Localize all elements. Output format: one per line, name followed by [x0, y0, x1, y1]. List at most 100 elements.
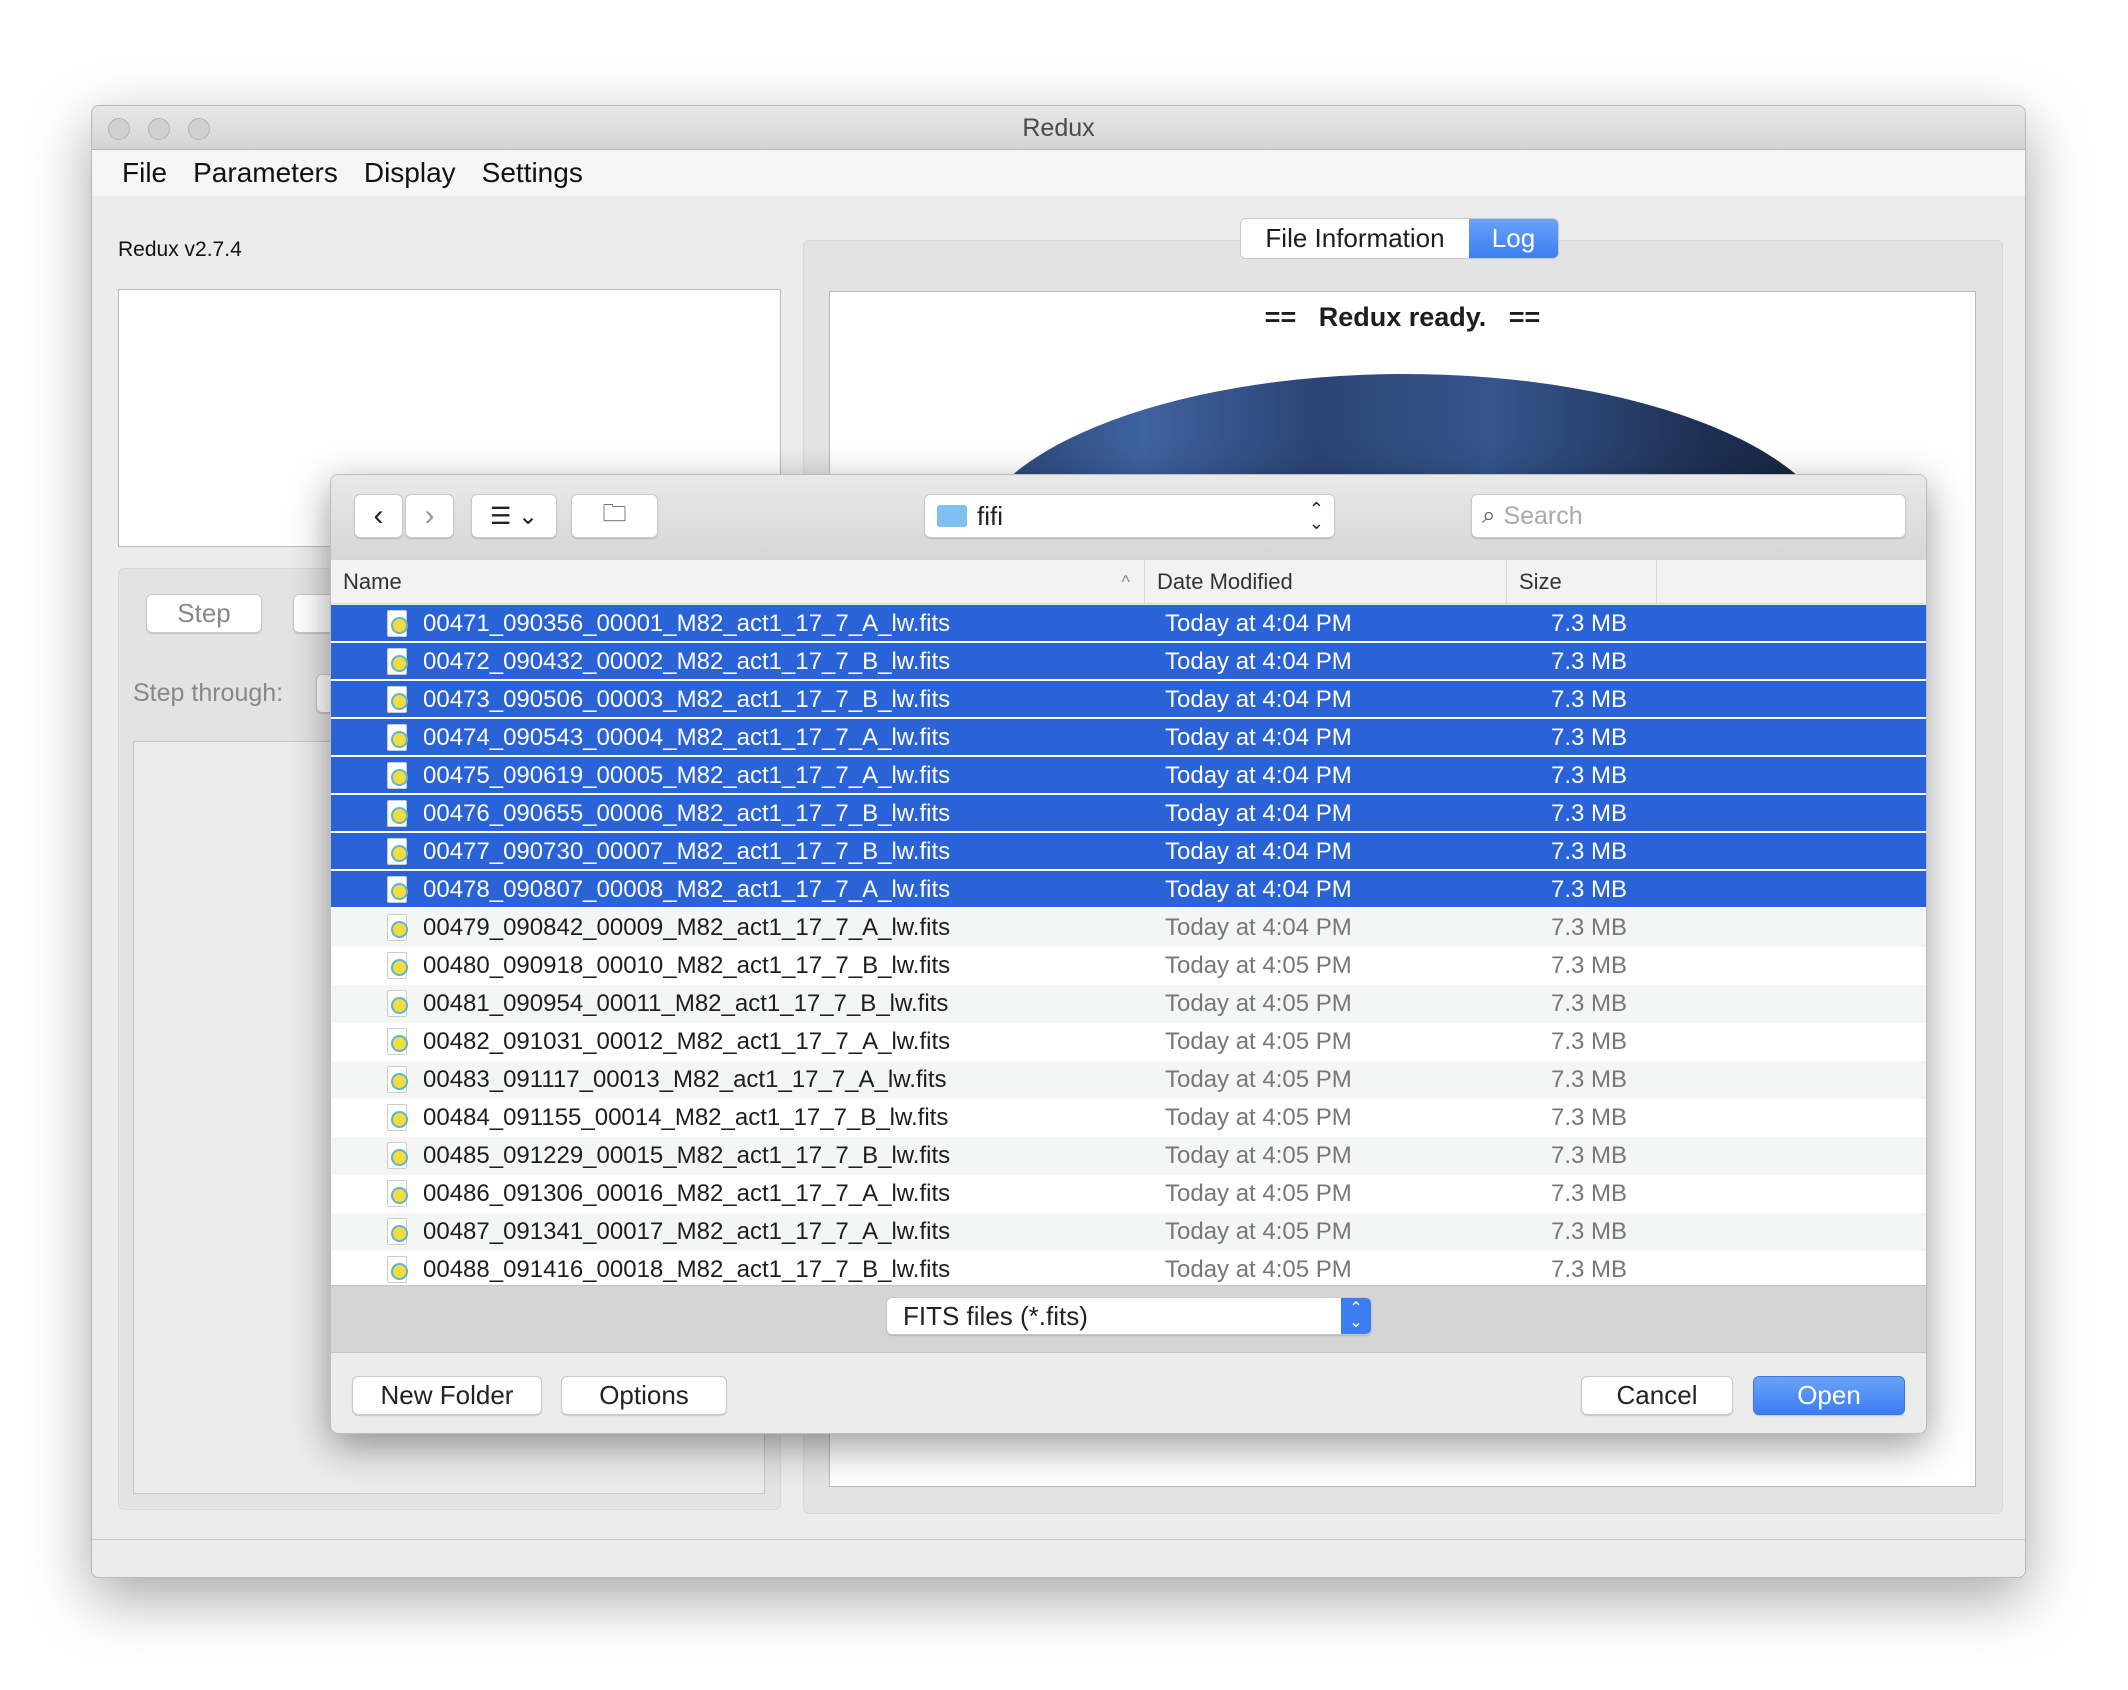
- file-date: Today at 4:05 PM: [1165, 1256, 1352, 1283]
- up-down-chevron-icon: ⌃ ⌄: [1308, 499, 1324, 533]
- title-bar: Redux: [92, 106, 2025, 150]
- file-row[interactable]: 00485_091229_00015_M82_act1_17_7_B_lw.fi…: [331, 1137, 1926, 1175]
- file-name: 00473_090506_00003_M82_act1_17_7_B_lw.fi…: [423, 686, 951, 713]
- fits-file-icon: [387, 724, 408, 751]
- file-date: Today at 4:05 PM: [1165, 990, 1352, 1017]
- file-list[interactable]: 00471_090356_00001_M82_act1_17_7_A_lw.fi…: [331, 605, 1926, 1285]
- file-row[interactable]: 00475_090619_00005_M82_act1_17_7_A_lw.fi…: [331, 757, 1926, 795]
- version-label: Redux v2.7.4: [118, 238, 242, 261]
- file-date: Today at 4:04 PM: [1165, 800, 1352, 827]
- location-label: fifi: [977, 500, 1003, 531]
- file-date: Today at 4:04 PM: [1165, 838, 1352, 865]
- file-size: 7.3 MB: [1551, 1180, 1628, 1207]
- file-size: 7.3 MB: [1551, 1104, 1628, 1131]
- file-row[interactable]: 00480_090918_00010_M82_act1_17_7_B_lw.fi…: [331, 947, 1926, 985]
- column-name-label: Name: [343, 569, 402, 594]
- file-size: 7.3 MB: [1551, 1218, 1628, 1245]
- close-window-button[interactable]: [108, 118, 130, 140]
- file-row[interactable]: 00476_090655_00006_M82_act1_17_7_B_lw.fi…: [331, 795, 1926, 833]
- file-size: 7.3 MB: [1551, 648, 1628, 675]
- new-folder-icon: 🗀: [602, 499, 627, 527]
- fits-file-icon: [387, 1142, 408, 1169]
- fits-file-icon: [387, 1180, 408, 1207]
- cancel-button[interactable]: Cancel: [1581, 1376, 1733, 1415]
- fits-file-icon: [387, 1028, 408, 1055]
- new-folder-button[interactable]: New Folder: [352, 1376, 542, 1415]
- file-row[interactable]: 00471_090356_00001_M82_act1_17_7_A_lw.fi…: [331, 605, 1926, 643]
- file-name: 00471_090356_00001_M82_act1_17_7_A_lw.fi…: [423, 610, 951, 637]
- location-popup[interactable]: fifi ⌃ ⌄: [924, 494, 1335, 538]
- search-field[interactable]: ⌕ Search: [1471, 494, 1906, 538]
- file-size: 7.3 MB: [1551, 724, 1628, 751]
- new-folder-toolbar-button[interactable]: 🗀: [571, 494, 658, 538]
- file-name: 00487_091341_00017_M82_act1_17_7_A_lw.fi…: [423, 1218, 951, 1245]
- file-name: 00475_090619_00005_M82_act1_17_7_A_lw.fi…: [423, 762, 951, 789]
- menu-settings[interactable]: Settings: [482, 157, 583, 189]
- menu-parameters[interactable]: Parameters: [193, 157, 338, 189]
- fits-file-icon: [387, 1256, 408, 1283]
- file-name: 00479_090842_00009_M82_act1_17_7_A_lw.fi…: [423, 914, 951, 941]
- file-name: 00484_091155_00014_M82_act1_17_7_B_lw.fi…: [423, 1104, 949, 1131]
- view-mode-button[interactable]: ☰ ⌄: [471, 494, 557, 538]
- file-row[interactable]: 00473_090506_00003_M82_act1_17_7_B_lw.fi…: [331, 681, 1926, 719]
- file-name: 00478_090807_00008_M82_act1_17_7_A_lw.fi…: [423, 876, 951, 903]
- options-button[interactable]: Options: [561, 1376, 727, 1415]
- file-date: Today at 4:05 PM: [1165, 1218, 1352, 1245]
- file-size: 7.3 MB: [1551, 800, 1628, 827]
- file-date: Today at 4:05 PM: [1165, 1180, 1352, 1207]
- file-date: Today at 4:04 PM: [1165, 648, 1352, 675]
- back-button[interactable]: ‹: [354, 494, 403, 538]
- file-row[interactable]: 00484_091155_00014_M82_act1_17_7_B_lw.fi…: [331, 1099, 1926, 1137]
- column-size[interactable]: Size: [1507, 560, 1657, 604]
- file-row[interactable]: 00481_090954_00011_M82_act1_17_7_B_lw.fi…: [331, 985, 1926, 1023]
- open-button[interactable]: Open: [1753, 1376, 1905, 1415]
- file-row[interactable]: 00488_091416_00018_M82_act1_17_7_B_lw.fi…: [331, 1251, 1926, 1285]
- fits-file-icon: [387, 1218, 408, 1245]
- file-date: Today at 4:05 PM: [1165, 1104, 1352, 1131]
- column-date-modified[interactable]: Date Modified: [1145, 560, 1507, 604]
- file-date: Today at 4:04 PM: [1165, 724, 1352, 751]
- fits-file-icon: [387, 762, 408, 789]
- tab-file-information[interactable]: File Information: [1241, 219, 1469, 258]
- file-size: 7.3 MB: [1551, 1142, 1628, 1169]
- file-row[interactable]: 00482_091031_00012_M82_act1_17_7_A_lw.fi…: [331, 1023, 1926, 1061]
- file-name: 00481_090954_00011_M82_act1_17_7_B_lw.fi…: [423, 990, 949, 1017]
- step-through-label: Step through:: [133, 679, 284, 707]
- fits-file-icon: [387, 1066, 408, 1093]
- column-name[interactable]: Name ^: [331, 560, 1145, 604]
- search-icon: ⌕: [1482, 502, 1496, 529]
- search-placeholder: Search: [1503, 501, 1583, 530]
- file-type-label: FITS files (*.fits): [903, 1300, 1088, 1331]
- file-row[interactable]: 00474_090543_00004_M82_act1_17_7_A_lw.fi…: [331, 719, 1926, 757]
- file-date: Today at 4:04 PM: [1165, 876, 1352, 903]
- file-name: 00476_090655_00006_M82_act1_17_7_B_lw.fi…: [423, 800, 951, 827]
- file-name: 00474_090543_00004_M82_act1_17_7_A_lw.fi…: [423, 724, 951, 751]
- step-button[interactable]: Step: [146, 594, 262, 633]
- tab-log[interactable]: Log: [1469, 219, 1558, 258]
- file-row[interactable]: 00483_091117_00013_M82_act1_17_7_A_lw.fi…: [331, 1061, 1926, 1099]
- zoom-window-button[interactable]: [188, 118, 210, 140]
- tab-bar: File Information Log: [1240, 218, 1559, 259]
- fits-file-icon: [387, 914, 408, 941]
- chevron-left-icon: ‹: [373, 499, 384, 532]
- menu-bar: File Parameters Display Settings: [92, 150, 2025, 196]
- file-date: Today at 4:04 PM: [1165, 762, 1352, 789]
- window-title: Redux: [1022, 114, 1095, 142]
- file-row[interactable]: 00487_091341_00017_M82_act1_17_7_A_lw.fi…: [331, 1213, 1926, 1251]
- file-name: 00480_090918_00010_M82_act1_17_7_B_lw.fi…: [423, 952, 951, 979]
- file-row[interactable]: 00477_090730_00007_M82_act1_17_7_B_lw.fi…: [331, 833, 1926, 871]
- file-row[interactable]: 00486_091306_00016_M82_act1_17_7_A_lw.fi…: [331, 1175, 1926, 1213]
- file-type-popup[interactable]: FITS files (*.fits) ⌃ ⌄: [886, 1297, 1372, 1335]
- menu-file[interactable]: File: [122, 157, 167, 189]
- menu-display[interactable]: Display: [364, 157, 456, 189]
- file-row[interactable]: 00479_090842_00009_M82_act1_17_7_A_lw.fi…: [331, 909, 1926, 947]
- file-size: 7.3 MB: [1551, 838, 1628, 865]
- fits-file-icon: [387, 686, 408, 713]
- forward-button[interactable]: ›: [405, 494, 454, 538]
- log-text: == Redux ready. ==: [1264, 302, 1541, 332]
- file-name: 00485_091229_00015_M82_act1_17_7_B_lw.fi…: [423, 1142, 951, 1169]
- file-row[interactable]: 00472_090432_00002_M82_act1_17_7_B_lw.fi…: [331, 643, 1926, 681]
- minimize-window-button[interactable]: [148, 118, 170, 140]
- file-row[interactable]: 00478_090807_00008_M82_act1_17_7_A_lw.fi…: [331, 871, 1926, 909]
- file-date: Today at 4:04 PM: [1165, 686, 1352, 713]
